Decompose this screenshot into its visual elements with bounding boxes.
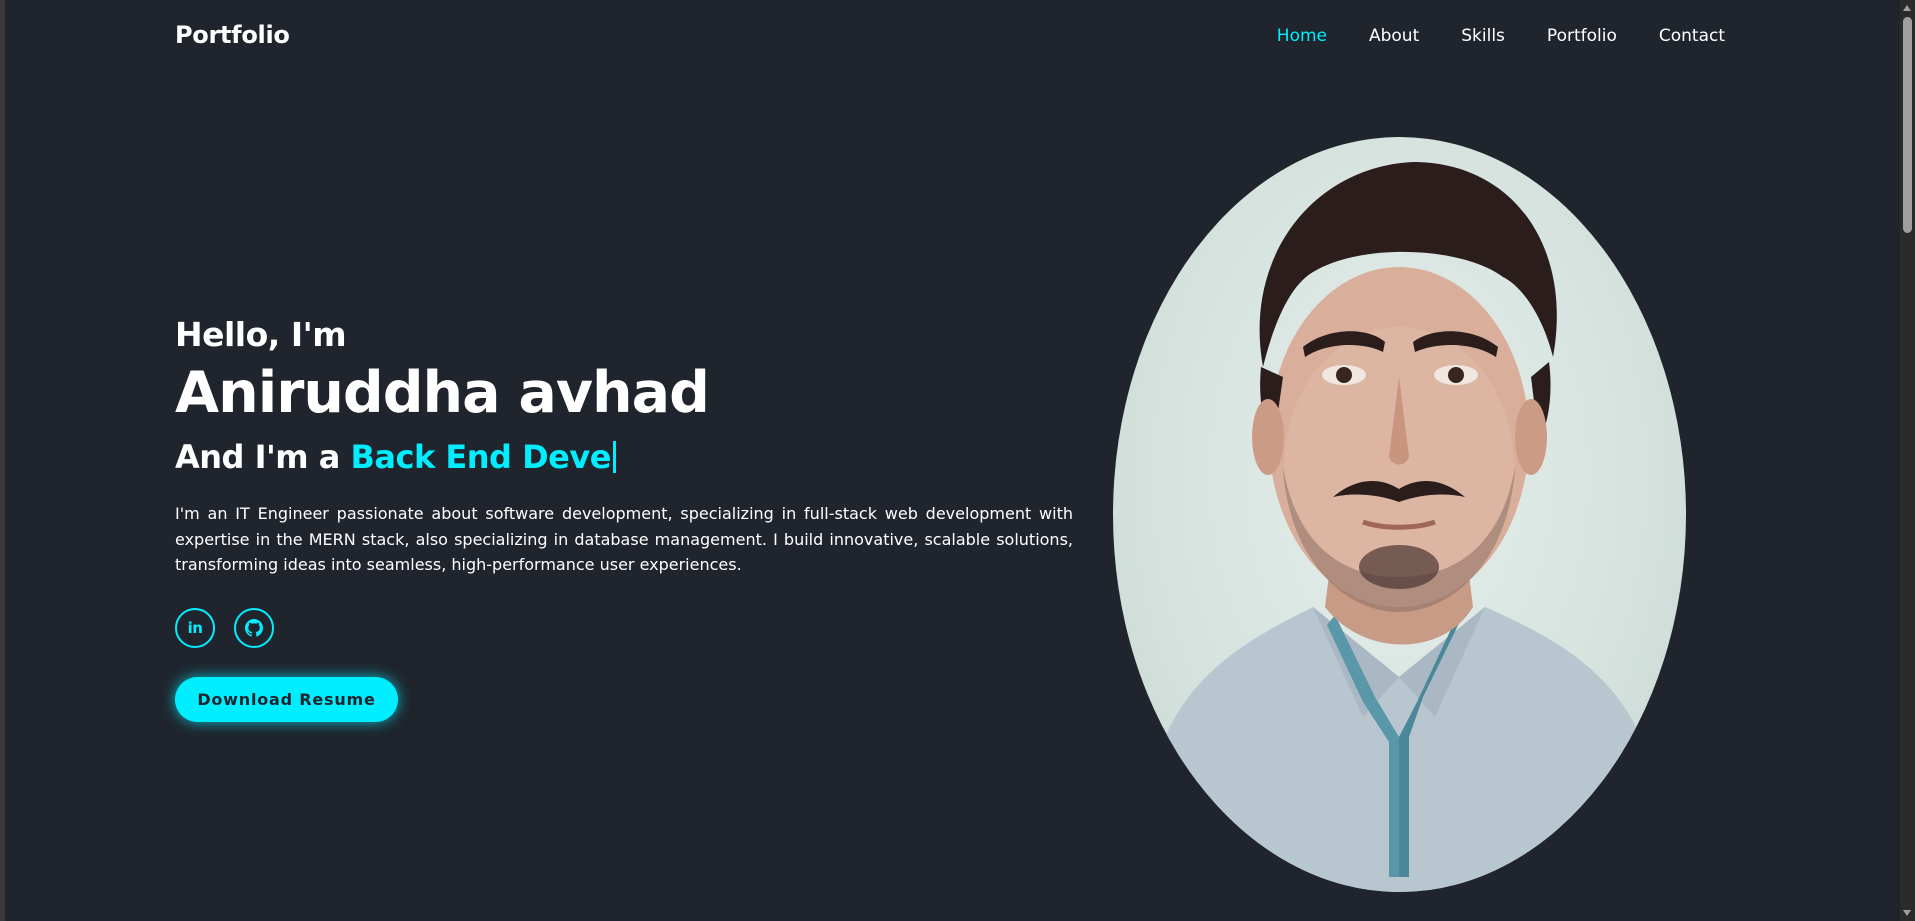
logo[interactable]: Portfolio (175, 21, 290, 49)
github-icon (245, 619, 263, 637)
scroll-down-icon[interactable] (1903, 910, 1911, 916)
linkedin-icon: in (187, 619, 203, 637)
linkedin-link[interactable]: in (175, 608, 215, 648)
nav-home[interactable]: Home (1277, 26, 1327, 46)
hero-greeting: Hello, I'm (175, 315, 347, 354)
role-prefix: And I'm a (175, 438, 340, 476)
role-typed-text: Back End Deve (350, 438, 612, 476)
page-scrollbar[interactable] (1900, 0, 1915, 921)
scrollbar-thumb[interactable] (1903, 17, 1912, 233)
scroll-up-icon[interactable] (1903, 5, 1911, 11)
hero-description: I'm an IT Engineer passionate about soft… (175, 504, 1073, 574)
hero-name: Aniruddha avhad (175, 360, 710, 426)
social-links: in (175, 608, 274, 648)
download-resume-button[interactable]: Download Resume (175, 677, 398, 722)
main-nav: Home About Skills Portfolio Contact (1235, 26, 1725, 46)
portfolio-page: Portfolio Home About Skills Portfolio Co… (0, 0, 1915, 921)
typing-cursor (612, 441, 616, 473)
nav-contact[interactable]: Contact (1659, 26, 1725, 46)
nav-about[interactable]: About (1369, 26, 1419, 46)
hero-role: And I'm a Back End Deve (175, 438, 616, 476)
profile-photo (1113, 137, 1686, 892)
profile-portrait-image (1133, 162, 1673, 892)
nav-portfolio[interactable]: Portfolio (1547, 26, 1617, 46)
window-edge (0, 0, 5, 921)
nav-skills[interactable]: Skills (1461, 26, 1505, 46)
github-link[interactable] (234, 608, 274, 648)
